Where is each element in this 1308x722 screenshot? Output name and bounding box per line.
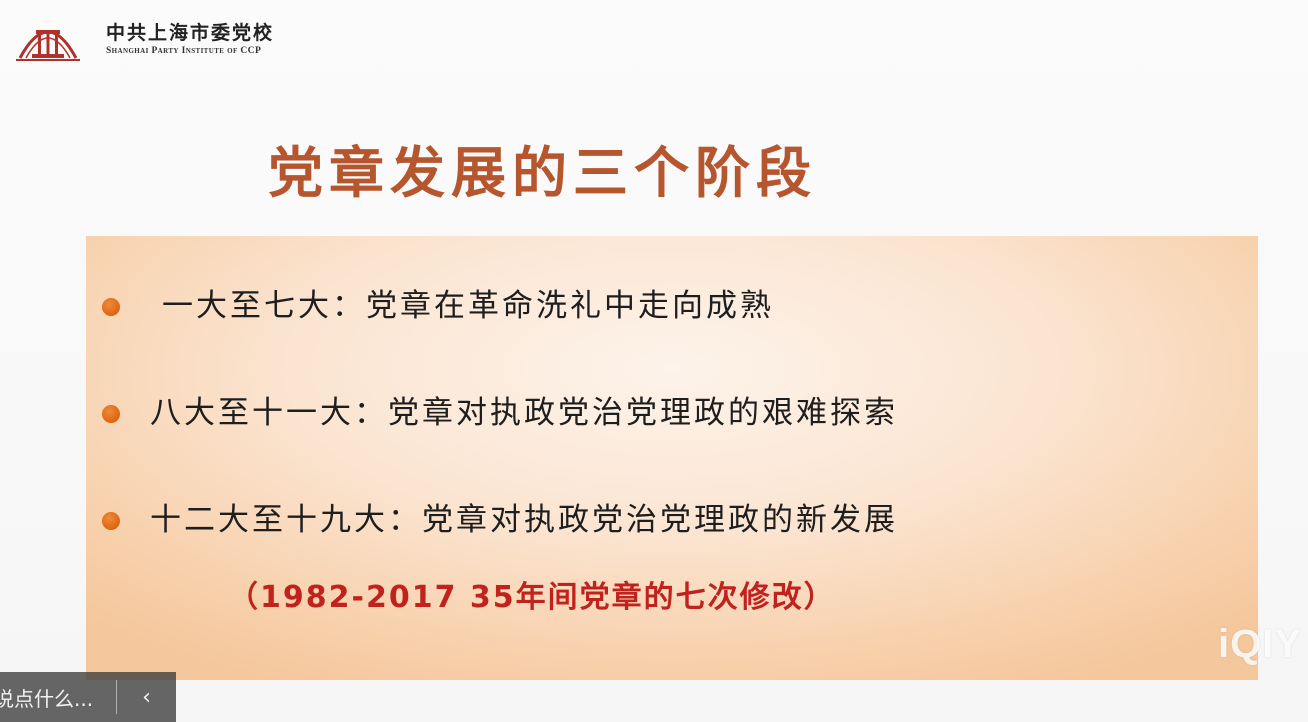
list-item: 一大至七大：党章在革命洗礼中走向成熟 [162,288,774,324]
chat-input[interactable]: 说点什么... [0,683,116,712]
party-school-emblem-icon [16,30,80,61]
presentation-slide: 中共上海市委党校 Shanghai Party Institute of CCP… [0,0,1308,722]
chat-bar: 说点什么... ‹ [0,672,176,722]
list-item: 十二大至十九大：党章对执政党治党理政的新发展 [150,502,898,538]
bullet-icon [102,512,120,530]
logo-text: 中共上海市委党校 Shanghai Party Institute of CCP [106,21,274,56]
org-name-en: Shanghai Party Institute of CCP [106,45,262,56]
bullet-icon [102,298,120,316]
revision-note: （1982-2017 35年间党章的七次修改） [228,580,836,615]
collapse-chevron-icon[interactable]: ‹ [117,685,176,710]
org-name-cn: 中共上海市委党校 [106,21,275,44]
content-box: 一大至七大：党章在革命洗礼中走向成熟 八大至十一大：党章对执政党治党理政的艰难探… [86,236,1258,680]
bullet-icon [102,405,120,423]
slide-title: 党章发展的三个阶段 [268,141,818,205]
list-item: 八大至十一大：党章对执政党治党理政的艰难探索 [150,395,898,431]
header-logo: 中共上海市委党校 Shanghai Party Institute of CCP [14,12,274,64]
iqiyi-watermark: iQIY [1218,622,1303,666]
